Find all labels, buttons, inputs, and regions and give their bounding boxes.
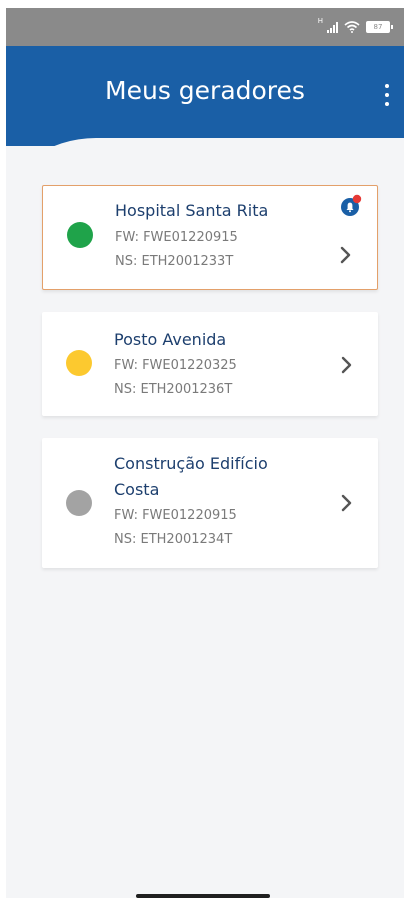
battery-level: 87 [373,23,383,31]
generator-list: Hospital Santa Rita FW: FWE01220915 NS: … [6,138,404,898]
network-type-label: H [317,17,323,25]
generator-ns: NS: ETH2001234T [114,532,233,547]
generator-card[interactable]: Construção Edifício Costa FW: FWE0122091… [42,438,378,568]
status-indicator-green [67,222,93,248]
generator-name: Construção Edifício Costa [114,454,268,499]
generator-fw: FW: FWE01220915 [114,508,237,523]
generator-card[interactable]: Posto Avenida FW: FWE01220325 NS: ETH200… [42,312,378,416]
status-indicator-gray [66,490,92,516]
chevron-right-icon[interactable] [340,356,354,374]
generator-ns: NS: ETH2001236T [114,382,233,397]
generator-fw: FW: FWE01220325 [114,358,237,373]
page-title: Meus geradores [105,76,305,105]
more-vert-icon[interactable] [384,84,390,106]
status-indicator-yellow [66,350,92,376]
chevron-right-icon[interactable] [340,494,354,512]
generator-name: Posto Avenida [114,330,227,349]
generator-name: Hospital Santa Rita [115,201,269,220]
battery-icon: 87 [366,21,393,33]
generator-fw: FW: FWE01220915 [115,230,238,245]
wifi-icon [344,21,360,33]
phone-screen: H 87 Meus geradores Hospital Santa Rita … [6,8,404,898]
home-indicator[interactable] [136,894,270,898]
app-bar: Meus geradores [6,46,404,146]
notification-bell-icon[interactable] [339,194,363,218]
generator-card[interactable]: Hospital Santa Rita FW: FWE01220915 NS: … [42,185,378,290]
chevron-right-icon[interactable] [339,246,353,264]
status-bar: H 87 [6,8,404,46]
signal-icon [327,21,338,33]
generator-ns: NS: ETH2001233T [115,254,234,269]
